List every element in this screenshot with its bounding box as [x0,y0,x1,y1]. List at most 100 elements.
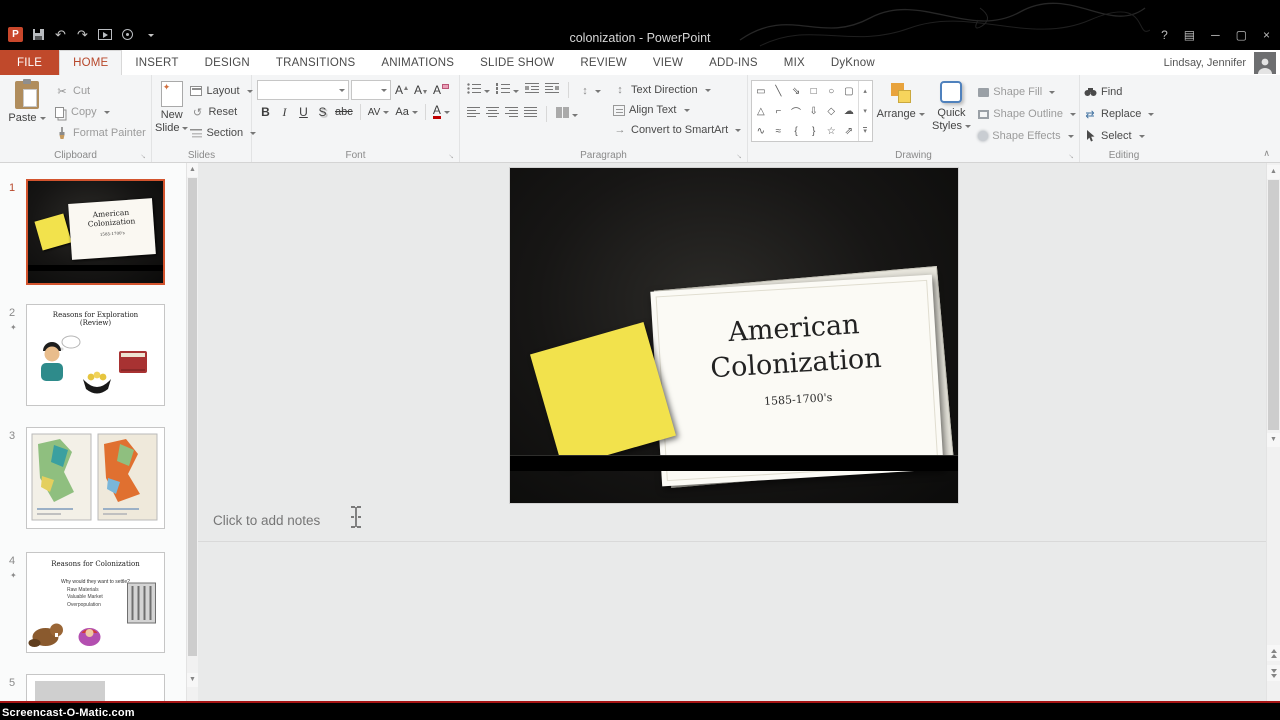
shape-option[interactable]: ⇗ [845,126,853,137]
previous-slide-button[interactable] [1267,645,1280,661]
close-icon[interactable]: × [1263,28,1270,42]
align-center-button[interactable] [486,105,499,123]
tab-view[interactable]: VIEW [640,50,696,75]
align-right-button[interactable] [505,105,518,123]
shape-option[interactable]: ▭ [756,86,765,97]
tab-transitions[interactable]: TRANSITIONS [263,50,369,75]
scrollbar-thumb[interactable] [1268,180,1279,430]
tab-home[interactable]: HOME [59,50,123,75]
paste-button[interactable]: Paste [3,79,51,142]
reset-button[interactable]: ↺ Reset [190,103,256,121]
thumbnail-scrollbar-thumb[interactable] [188,178,197,656]
find-button[interactable]: Find [1083,83,1154,101]
shape-option[interactable]: ☆ [827,126,836,137]
character-spacing-button[interactable]: AV [366,103,392,122]
slide-4-thumbnail[interactable]: Reasons for Colonization Why would they … [26,552,165,653]
gallery-down-icon[interactable]: ▾ [863,107,867,115]
shape-option[interactable]: ⇩ [809,106,817,117]
italic-button[interactable]: I [276,103,293,122]
bullets-button[interactable] [467,81,490,99]
text-shadow-button[interactable]: S [314,103,331,122]
columns-button[interactable] [556,105,578,123]
font-size-select[interactable] [351,80,391,100]
shape-option[interactable]: ⇘ [792,86,800,97]
shapes-gallery[interactable]: ▭ ╲ ⇘ □ ○ ▢ △ ⌐ ⌒ ⇩ ◇ ☁ ∿ ≈ { } ☆ ⇗ ▴ ▾ … [751,80,873,142]
increase-font-size-button[interactable]: A [393,81,410,100]
shape-option[interactable]: } [812,126,815,137]
bold-button[interactable]: B [257,103,274,122]
help-icon[interactable]: ? [1161,28,1168,42]
decrease-font-size-button[interactable]: A [412,81,429,100]
shape-option[interactable]: ≈ [776,126,782,137]
font-name-select[interactable] [257,80,349,100]
cut-button[interactable]: ✂ Cut [55,82,146,100]
notes-placeholder[interactable]: Click to add notes [213,513,320,528]
thumbnail-scroll-down-icon[interactable]: ▼ [187,673,198,687]
align-text-button[interactable]: Align Text [613,101,741,119]
slide-3-thumbnail[interactable] [26,427,165,529]
tab-animations[interactable]: ANIMATIONS [368,50,467,75]
slide-1-thumbnail[interactable]: American Colonization 1585-1700's [26,179,165,285]
numbering-button[interactable] [496,81,519,99]
convert-smartart-button[interactable]: → Convert to SmartArt [613,121,742,139]
format-painter-button[interactable]: Format Painter [55,124,146,142]
align-left-button[interactable] [467,105,480,123]
minimize-icon[interactable]: ─ [1211,28,1220,42]
shape-option[interactable]: ☁ [844,106,854,117]
gallery-more-icon[interactable]: ▾ [863,127,867,135]
tab-review[interactable]: REVIEW [567,50,640,75]
tab-addins[interactable]: ADD-INS [696,50,771,75]
scroll-down-icon[interactable]: ▼ [1267,433,1280,447]
next-slide-button[interactable] [1267,665,1280,681]
shape-option[interactable]: ╲ [775,86,781,97]
tab-file[interactable]: FILE [0,50,60,75]
vertical-scrollbar[interactable]: ▲ ▼ [1266,163,1280,701]
shape-option[interactable]: □ [811,86,817,97]
thumbnail-scrollbar[interactable]: ▲ ▼ [186,163,198,701]
shape-effects-button[interactable]: Shape Effects [978,127,1076,145]
line-spacing-button[interactable]: ↕ [578,81,601,99]
shape-option[interactable]: ∿ [757,126,765,137]
arrange-button[interactable]: Arrange [877,79,925,147]
text-direction-button[interactable]: ↕ Text Direction [613,81,741,99]
justify-button[interactable] [524,105,537,123]
strikethrough-button[interactable]: abc [333,103,355,122]
shape-option[interactable]: ▢ [844,86,853,97]
tab-dyknow[interactable]: DyKnow [818,50,888,75]
quick-styles-button[interactable]: Quick Styles [929,79,975,147]
slide-5-thumbnail[interactable] [26,674,165,701]
slide-title[interactable]: American Colonization [657,281,932,389]
shape-option[interactable]: ⌐ [775,106,781,117]
shape-outline-button[interactable]: Shape Outline [978,105,1076,123]
tab-slideshow[interactable]: SLIDE SHOW [467,50,567,75]
layout-button[interactable]: Layout [190,82,256,100]
increase-indent-button[interactable] [545,81,559,99]
shape-fill-button[interactable]: Shape Fill [978,83,1076,101]
thumbnail-scroll-up-icon[interactable]: ▲ [187,163,198,177]
shape-option[interactable]: { [794,126,797,137]
gallery-up-icon[interactable]: ▴ [863,87,867,95]
select-button[interactable]: Select [1083,127,1154,145]
new-slide-button[interactable]: ✦ New Slide [155,79,189,142]
replace-button[interactable]: ⇄ Replace [1083,105,1155,123]
restore-icon[interactable]: ▢ [1236,28,1247,42]
slide-subtitle[interactable]: 1585-1700's [663,385,933,414]
shape-option[interactable]: ◇ [827,106,835,117]
underline-button[interactable]: U [295,103,312,122]
tab-design[interactable]: DESIGN [192,50,263,75]
user-name[interactable]: Lindsay, Jennifer [1164,57,1246,69]
tab-insert[interactable]: INSERT [122,50,191,75]
scroll-up-icon[interactable]: ▲ [1267,165,1280,179]
decrease-indent-button[interactable] [525,81,539,99]
shape-option[interactable]: △ [757,106,765,117]
slide-2-thumbnail[interactable]: Reasons for Exploration (Review) [26,304,165,406]
clear-formatting-button[interactable]: A [431,81,451,100]
slide-canvas[interactable]: American Colonization 1585-1700's [510,168,958,503]
collapse-ribbon-icon[interactable]: ∧ [1263,148,1270,159]
ribbon-display-options-icon[interactable]: ▤ [1184,28,1195,42]
change-case-button[interactable]: Aa [393,103,419,122]
section-button[interactable]: Section [190,124,257,142]
shape-option[interactable]: ⌒ [791,104,801,119]
font-color-button[interactable]: A [431,103,452,122]
copy-button[interactable]: Copy [55,103,146,121]
